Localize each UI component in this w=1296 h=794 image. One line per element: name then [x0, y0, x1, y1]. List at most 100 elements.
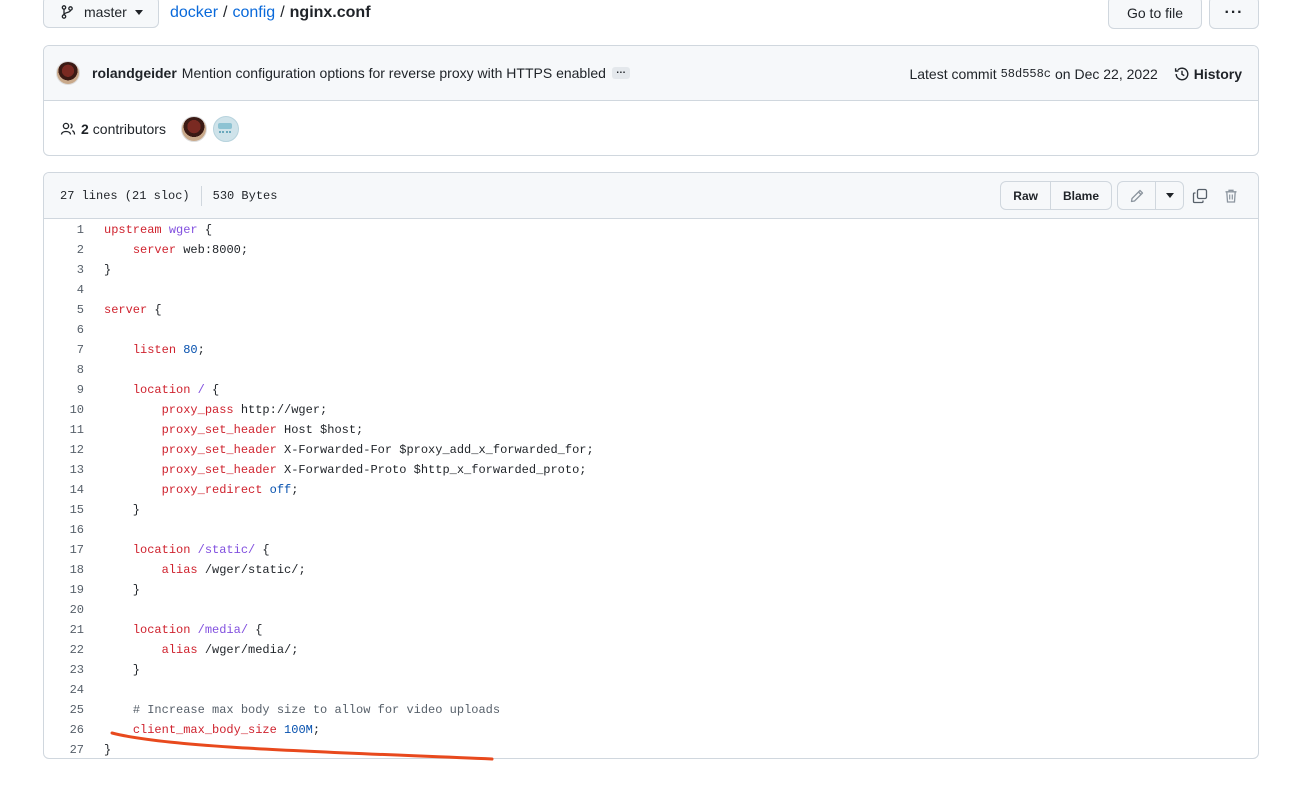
line-content: listen 80;: [84, 343, 205, 357]
line-number[interactable]: 26: [44, 723, 84, 737]
line-number[interactable]: 8: [44, 363, 84, 377]
line-number[interactable]: 4: [44, 283, 84, 297]
line-number[interactable]: 7: [44, 343, 84, 357]
line-number[interactable]: 9: [44, 383, 84, 397]
line-content: proxy_pass http://wger;: [84, 403, 328, 417]
line-number[interactable]: 2: [44, 243, 84, 257]
breadcrumb-link-docker[interactable]: docker: [170, 4, 218, 22]
line-content: alias /wger/static/;: [84, 563, 306, 577]
code-line: 22 alias /wger/media/;: [44, 640, 1258, 660]
commit-sha-link[interactable]: 58d558c: [1001, 67, 1051, 81]
line-number[interactable]: 18: [44, 563, 84, 577]
commit-message-link[interactable]: Mention configuration options for revers…: [182, 65, 606, 81]
line-number[interactable]: 1: [44, 223, 84, 237]
code-token: }: [104, 663, 141, 677]
code-token: upstream: [104, 223, 162, 237]
breadcrumb: docker / config / nginx.conf: [170, 4, 371, 22]
line-number[interactable]: 6: [44, 323, 84, 337]
code-line: 27}: [44, 740, 1258, 758]
code-line: 14 proxy_redirect off;: [44, 480, 1258, 500]
line-number[interactable]: 5: [44, 303, 84, 317]
line-content: proxy_set_header Host $host;: [84, 423, 364, 437]
code-token: /media/: [197, 623, 249, 637]
code-line: 13 proxy_set_header X-Forwarded-Proto $h…: [44, 460, 1258, 480]
breadcrumb-link-config[interactable]: config: [232, 4, 275, 22]
more-options-button[interactable]: ···: [1209, 0, 1259, 29]
code-token: /: [197, 383, 205, 397]
line-number[interactable]: 14: [44, 483, 84, 497]
code-line: 25 # Increase max body size to allow for…: [44, 700, 1258, 720]
divider: [200, 185, 202, 206]
code-line: 23 }: [44, 660, 1258, 680]
edit-group: [1117, 181, 1184, 210]
people-icon: [60, 122, 76, 135]
line-number[interactable]: 27: [44, 743, 84, 757]
commit-author-link[interactable]: rolandgeider: [92, 65, 177, 81]
code-token: proxy_set_header: [161, 463, 277, 477]
blame-button[interactable]: Blame: [1049, 182, 1111, 209]
line-content: server web:8000;: [84, 243, 248, 257]
code-token: 80: [183, 343, 198, 357]
file-size: 530 Bytes: [212, 188, 278, 203]
history-label: History: [1193, 65, 1242, 82]
commit-date: on Dec 22, 2022: [1055, 65, 1158, 82]
line-number[interactable]: 15: [44, 503, 84, 517]
contributors-label[interactable]: contributors: [93, 121, 166, 137]
edit-dropdown-button[interactable]: [1155, 182, 1183, 209]
go-to-file-button[interactable]: Go to file: [1108, 0, 1202, 29]
line-number[interactable]: 16: [44, 523, 84, 537]
line-number[interactable]: 20: [44, 603, 84, 617]
code-token: /wger/static/;: [197, 563, 306, 577]
contributor-avatars: [180, 115, 239, 142]
code-token: client_max_body_size: [132, 723, 277, 737]
code-line: 18 alias /wger/static/;: [44, 560, 1258, 580]
line-content: }: [84, 663, 140, 677]
edit-button[interactable]: [1118, 182, 1155, 209]
line-content: }: [84, 743, 111, 757]
avatar[interactable]: [56, 61, 80, 85]
line-content: location /media/ {: [84, 623, 263, 637]
line-number[interactable]: 17: [44, 543, 84, 557]
line-number[interactable]: 24: [44, 683, 84, 697]
line-number[interactable]: 22: [44, 643, 84, 657]
history-link[interactable]: History: [1174, 66, 1242, 82]
line-number[interactable]: 3: [44, 263, 84, 277]
line-content: server {: [84, 303, 162, 317]
delete-file-button[interactable]: [1215, 181, 1246, 210]
expand-commit-button[interactable]: …: [611, 66, 630, 79]
avatar[interactable]: [180, 115, 207, 142]
branch-selector-button[interactable]: master: [43, 0, 159, 28]
code-line: 2 server web:8000;: [44, 240, 1258, 260]
code-token: ;: [197, 343, 205, 357]
line-number[interactable]: 11: [44, 423, 84, 437]
avatar[interactable]: [212, 115, 239, 142]
raw-button[interactable]: Raw: [1001, 182, 1050, 209]
code-body: 1 upstream wger {2 server web:8000; 3} 4 5 se…: [44, 219, 1258, 758]
code-token: }: [104, 743, 112, 757]
line-content: proxy_set_header X-Forwarded-For $proxy_…: [84, 443, 594, 457]
contributor-count[interactable]: 2: [81, 121, 89, 137]
line-number[interactable]: 25: [44, 703, 84, 717]
code-token: Host $host;: [276, 423, 364, 437]
line-content: upstream wger {: [84, 223, 212, 237]
line-number[interactable]: 19: [44, 583, 84, 597]
line-number[interactable]: 21: [44, 623, 84, 637]
line-content: client_max_body_size 100M;: [84, 723, 320, 737]
line-number[interactable]: 23: [44, 663, 84, 677]
code-token: # Increase max body size to allow for vi…: [132, 703, 501, 717]
line-number[interactable]: 13: [44, 463, 84, 477]
latest-commit-box: rolandgeider Mention configuration optio…: [43, 45, 1259, 156]
git-branch-icon: [61, 5, 73, 19]
line-number[interactable]: 12: [44, 443, 84, 457]
copy-raw-button[interactable]: [1184, 181, 1215, 210]
code-token: 100M: [284, 723, 313, 737]
code-token: {: [255, 543, 270, 557]
line-number[interactable]: 10: [44, 403, 84, 417]
